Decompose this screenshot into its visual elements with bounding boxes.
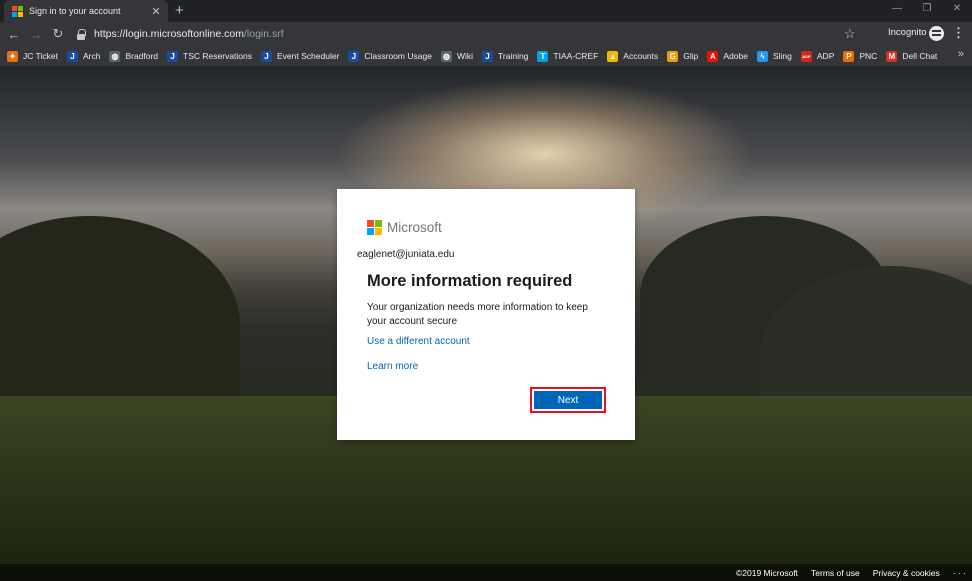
bookmark-label: Wiki: [456, 51, 474, 61]
back-button[interactable]: ←: [3, 27, 25, 42]
bookmark-label: PNC: [859, 51, 878, 61]
window-close-button[interactable]: ✕: [942, 0, 972, 20]
bookmark-label: Accounts: [623, 51, 659, 61]
adp-icon: ADP: [800, 50, 812, 62]
browser-menu-icon[interactable]: ⋮: [952, 25, 965, 41]
minimize-button[interactable]: —: [882, 0, 912, 20]
tab-strip: Sign in to your account ✕ + — ❐ ✕: [0, 0, 972, 22]
bookmark-label: Dell Chat: [902, 51, 938, 61]
bookmark-label: Classroom Usage: [364, 51, 432, 61]
j-icon: J: [66, 50, 78, 62]
browser-tab[interactable]: Sign in to your account ✕: [4, 0, 168, 22]
bookmark-label: Adobe: [723, 51, 748, 61]
j-icon: J: [482, 50, 494, 62]
bookmarks-bar: ✦ JC Ticket J Arch ◍ Bradford J TSC Reservation…: [0, 46, 972, 66]
url-path: /login.srf: [243, 28, 284, 40]
globe-icon: ◍: [440, 50, 452, 62]
new-tab-button[interactable]: +: [175, 2, 184, 20]
bookmark-item[interactable]: ▲ Accounts: [607, 50, 659, 62]
bookmark-item[interactable]: M Dell Chat: [886, 50, 938, 62]
glip-icon: G: [667, 50, 679, 62]
bookmark-label: Sling: [772, 51, 792, 61]
j-icon: J: [348, 50, 360, 62]
terms-of-use-link[interactable]: Terms of use: [811, 568, 860, 578]
bookmark-label: Glip: [683, 51, 699, 61]
bookmark-label: TSC Reservations: [183, 51, 253, 61]
bookmark-label: ADP: [816, 51, 835, 61]
sling-icon: ϟ: [756, 50, 768, 62]
bookmark-item[interactable]: ADP ADP: [800, 50, 835, 62]
incognito-label: Incognito: [888, 27, 927, 38]
adobe-icon: A: [707, 50, 719, 62]
microsoft-logo-icon: [367, 220, 382, 235]
restore-button[interactable]: ❐: [912, 0, 942, 20]
microsoft-favicon-icon: [12, 5, 23, 17]
bookmark-label: Training: [498, 51, 529, 61]
bookmark-item[interactable]: G Glip: [667, 50, 699, 62]
j-icon: J: [167, 50, 179, 62]
footer-more-icon[interactable]: · · ·: [953, 568, 966, 578]
page-footer: ©2019 Microsoft Terms of use Privacy & c…: [0, 564, 972, 581]
bookmark-label: Arch: [82, 51, 101, 61]
account-identity: eaglenet@juniata.edu: [357, 249, 455, 260]
microsoft-wordmark: Microsoft: [387, 220, 442, 235]
bookmark-label: JC Ticket: [23, 51, 58, 61]
tab-close-icon[interactable]: ✕: [150, 5, 162, 18]
next-button[interactable]: Next: [530, 387, 606, 413]
bookmark-item[interactable]: ϟ Sling: [756, 50, 792, 62]
page-title: More information required: [367, 272, 573, 290]
sign-in-page-background: Microsoft eaglenet@juniata.edu More info…: [0, 66, 972, 581]
privacy-cookies-link[interactable]: Privacy & cookies: [873, 568, 940, 578]
browser-toolbar: ← → ↻ https://login.microsoftonline.com …: [0, 22, 972, 46]
pnc-icon: P: [843, 50, 855, 62]
bookmark-item[interactable]: A Adobe: [707, 50, 748, 62]
globe-icon: ◍: [109, 50, 121, 62]
bookmark-star-icon[interactable]: ☆: [844, 26, 856, 42]
bookmark-item[interactable]: ◍ Bradford: [109, 50, 159, 62]
accounts-icon: ▲: [607, 50, 619, 62]
tab-title: Sign in to your account: [29, 6, 121, 16]
microsoft-logo: Microsoft: [367, 220, 442, 235]
bookmark-label: Event Scheduler: [277, 51, 340, 61]
address-bar[interactable]: https://login.microsoftonline.com /login…: [76, 25, 836, 43]
use-different-account-link[interactable]: Use a different account: [367, 336, 470, 347]
j-icon: J: [261, 50, 273, 62]
bookmark-item[interactable]: P PNC: [843, 50, 878, 62]
bookmark-item[interactable]: T TIAA-CREF: [537, 50, 599, 62]
learn-more-link[interactable]: Learn more: [367, 361, 418, 372]
bookmark-label: TIAA-CREF: [553, 51, 599, 61]
copyright-text: ©2019 Microsoft: [736, 567, 799, 578]
next-button-label: Next: [534, 391, 602, 409]
bookmarks-overflow-icon[interactable]: »: [958, 48, 964, 60]
bookmark-label: Bradford: [125, 51, 159, 61]
lock-icon[interactable]: [76, 28, 86, 40]
sign-in-card: Microsoft eaglenet@juniata.edu More info…: [337, 189, 635, 440]
gmail-icon: M: [886, 50, 898, 62]
bookmark-item[interactable]: J Classroom Usage: [348, 50, 432, 62]
bookmark-item[interactable]: J Arch: [66, 50, 101, 62]
forward-button[interactable]: →: [25, 27, 47, 42]
reload-button[interactable]: ↻: [47, 26, 69, 42]
info-description: Your organization needs more information…: [367, 302, 588, 327]
incognito-icon[interactable]: [929, 26, 944, 41]
bookmark-item[interactable]: J TSC Reservations: [167, 50, 253, 62]
window-controls: — ❐ ✕: [882, 0, 972, 20]
bookmark-item[interactable]: J Event Scheduler: [261, 50, 340, 62]
bookmark-item[interactable]: J Training: [482, 50, 529, 62]
url-host: https://login.microsoftonline.com: [94, 28, 244, 40]
bookmark-item[interactable]: ◍ Wiki: [440, 50, 474, 62]
bookmark-item[interactable]: ✦ JC Ticket: [7, 50, 58, 62]
jc-ticket-icon: ✦: [7, 50, 18, 62]
tiaa-icon: T: [537, 50, 549, 62]
